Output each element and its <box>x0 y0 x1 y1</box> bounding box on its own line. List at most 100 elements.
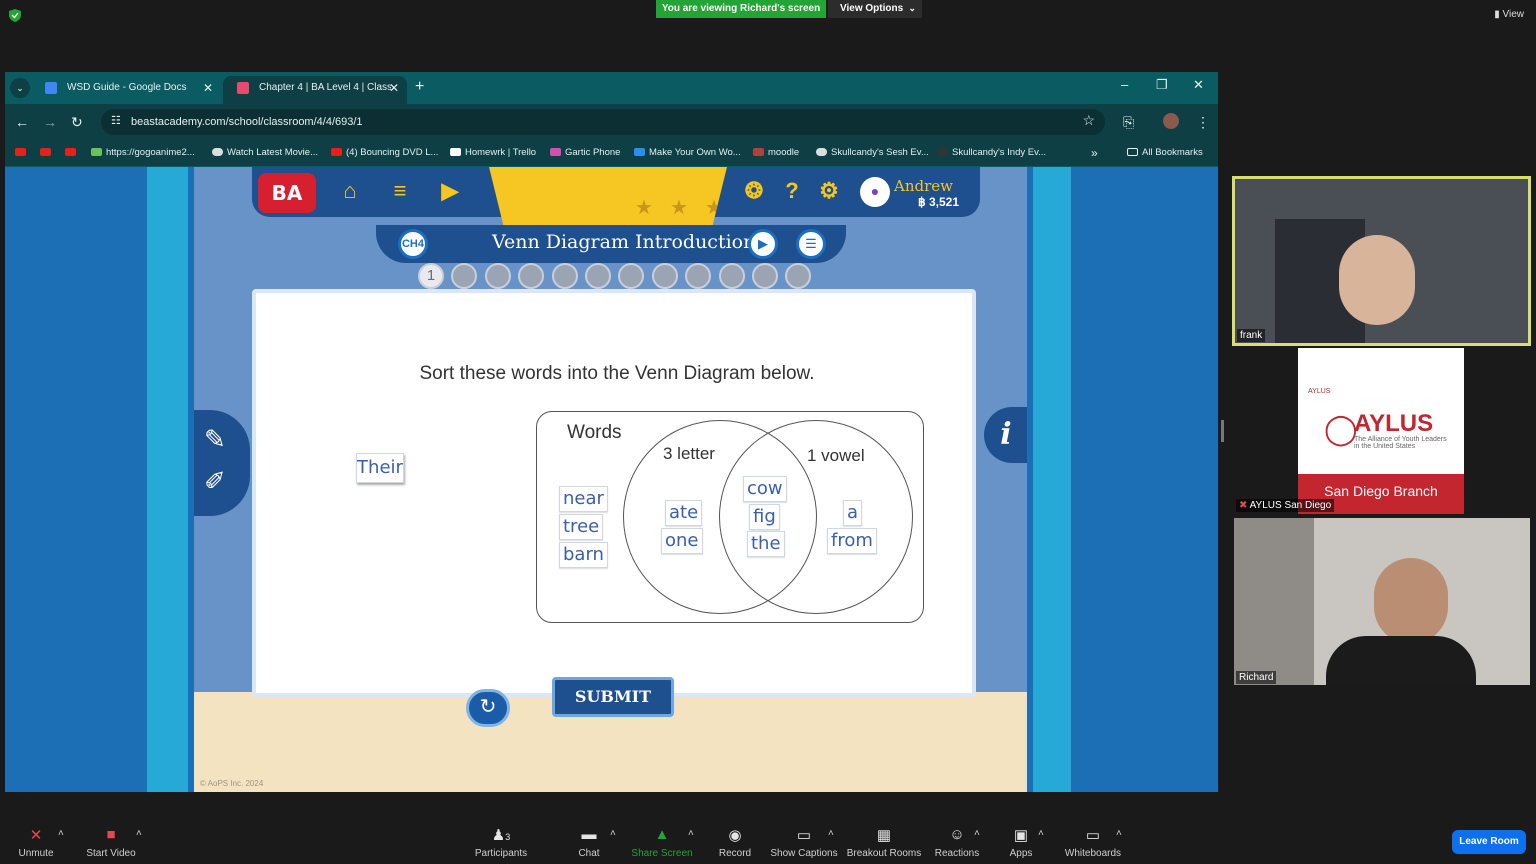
tab-beast-academy[interactable]: Chapter 4 | BA Level 4 | Classroo ✕ <box>223 76 407 104</box>
more-menu-icon[interactable]: ⋮ <box>1196 114 1210 131</box>
site-info-icon[interactable]: ☷ <box>111 114 121 127</box>
star-icon: ★ <box>670 197 688 219</box>
back-arrow-icon[interactable]: ← <box>15 114 29 130</box>
browser-window: ⌄ WSD Guide - Google Docs ✕ Chapter 4 | … <box>5 72 1218 792</box>
participants-button[interactable]: ♟3 Participants <box>472 826 530 859</box>
word-chip[interactable]: one <box>661 528 703 554</box>
chevron-up-icon[interactable]: ˄ <box>58 828 64 839</box>
word-chip[interactable]: tree <box>559 514 604 540</box>
reload-icon[interactable]: ↻ <box>71 114 83 131</box>
avatar[interactable]: ● <box>860 177 890 207</box>
panel-resize-handle[interactable] <box>1221 420 1224 442</box>
apps-button[interactable]: ▣ Apps <box>1004 826 1038 859</box>
video-tile-richard[interactable]: Richard <box>1234 518 1530 685</box>
bookmark-item[interactable]: Homewrk | Trello <box>450 145 536 161</box>
address-bar[interactable]: ☷ beastacademy.com/school/classroom/4/4/… <box>101 109 1105 135</box>
word-chip[interactable]: cow <box>743 476 787 502</box>
step-dot-locked[interactable] <box>685 263 712 289</box>
step-dot-locked[interactable] <box>718 263 745 289</box>
close-icon[interactable]: ✕ <box>389 76 399 100</box>
video-tile-aylus[interactable]: AYLUS AYLUS ◯ The Alliance of Youth Lead… <box>1234 348 1530 514</box>
aylus-logo: AYLUS <box>1354 410 1434 437</box>
home-icon[interactable]: ⌂ <box>336 177 364 205</box>
bookmark-item[interactable]: (4) Bouncing DVD L... <box>331 145 438 161</box>
undo-button[interactable]: ↻ <box>466 689 510 727</box>
close-window-icon[interactable]: ✕ <box>1193 77 1204 93</box>
word-chip[interactable]: ate <box>665 500 703 526</box>
book-icon[interactable]: ≡ <box>386 177 414 205</box>
more-bookmarks-icon[interactable]: » <box>1091 145 1098 161</box>
breakout-rooms-button[interactable]: ▦ Breakout Rooms <box>846 826 922 859</box>
chapter-badge[interactable]: CH4 <box>398 229 428 259</box>
submit-button[interactable]: SUBMIT <box>552 677 674 717</box>
eraser-icon[interactable]: ✐ <box>204 466 226 497</box>
unmute-button[interactable]: ✕ Unmute <box>14 826 58 859</box>
pencil-icon[interactable]: ✎ <box>204 424 226 455</box>
help-icon[interactable]: ? <box>778 177 806 205</box>
minimize-icon[interactable]: – <box>1121 77 1128 92</box>
step-dot-locked[interactable] <box>785 263 812 289</box>
close-icon[interactable]: ✕ <box>203 76 213 100</box>
word-chip[interactable]: barn <box>559 542 608 568</box>
draggable-word-chip[interactable]: Their <box>356 453 404 483</box>
video-camera-icon[interactable]: ▶ <box>436 177 464 205</box>
tab-wsd-guide[interactable]: WSD Guide - Google Docs ✕ <box>31 76 221 104</box>
beast-academy-logo[interactable]: BA <box>258 173 316 213</box>
play-icon[interactable]: ▶ <box>748 229 778 259</box>
bookmark-item[interactable]: Skullcandy's Sesh Ev... <box>816 145 929 161</box>
whiteboards-button[interactable]: ▭ Whiteboards <box>1062 826 1124 859</box>
all-bookmarks[interactable]: All Bookmarks <box>1127 145 1203 161</box>
leave-room-button[interactable]: Leave Room <box>1452 830 1526 854</box>
view-options-button[interactable]: View Options ⌄ <box>828 0 922 18</box>
step-dot-locked[interactable] <box>518 263 545 289</box>
settings-gear-icon[interactable]: ⚙ <box>815 177 843 205</box>
step-dot-locked[interactable] <box>651 263 678 289</box>
tab-search-button[interactable]: ⌄ <box>10 78 30 98</box>
chevron-up-icon[interactable]: ˄ <box>1116 828 1122 839</box>
bookmark-item[interactable]: moodle <box>753 145 799 161</box>
word-chip[interactable]: a <box>843 500 863 526</box>
youtube-icon[interactable] <box>65 145 80 161</box>
bookmark-item[interactable]: Watch Latest Movie... <box>212 145 318 161</box>
forward-arrow-icon[interactable]: → <box>43 114 57 130</box>
info-button[interactable]: i <box>984 407 1027 463</box>
chat-button[interactable]: ▬ Chat <box>572 826 606 859</box>
extensions-icon[interactable]: ⎘ <box>1123 114 1134 131</box>
word-chip[interactable]: from <box>827 528 877 554</box>
restore-icon[interactable]: ❐ <box>1156 77 1168 93</box>
bookmark-item[interactable]: https://gogoanime2... <box>91 145 195 161</box>
bookmark-star-icon[interactable]: ☆ <box>1082 112 1095 129</box>
video-tile-frank[interactable]: frank <box>1232 176 1531 346</box>
share-screen-button[interactable]: ▲ Share Screen <box>630 826 694 859</box>
step-dot-locked[interactable] <box>551 263 578 289</box>
youtube-icon[interactable] <box>40 145 55 161</box>
step-dot-locked[interactable] <box>484 263 511 289</box>
word-chip[interactable]: the <box>747 531 785 557</box>
record-button[interactable]: ◉ Record <box>714 826 756 859</box>
guide-book-icon[interactable]: ☰ <box>796 229 826 259</box>
step-dot-current[interactable]: 1 <box>418 263 444 289</box>
start-video-button[interactable]: ■ Start Video <box>84 826 138 859</box>
problem-prompt: Sort these words into the Venn Diagram b… <box>419 363 815 384</box>
new-tab-button[interactable]: + <box>415 78 424 96</box>
step-dot-locked[interactable] <box>618 263 645 289</box>
bookmark-item[interactable]: Gartic Phone <box>550 145 620 161</box>
user-name[interactable]: Andrew <box>894 177 953 195</box>
youtube-icon[interactable] <box>15 145 30 161</box>
chevron-up-icon[interactable]: ˄ <box>610 828 616 839</box>
step-dot-locked[interactable] <box>451 263 478 289</box>
bookmark-item[interactable]: Make Your Own Wo... <box>634 145 741 161</box>
step-dot-locked[interactable] <box>585 263 611 289</box>
chevron-up-icon[interactable]: ˄ <box>828 828 834 839</box>
chevron-up-icon[interactable]: ˄ <box>136 828 142 839</box>
step-dot-locked[interactable] <box>752 263 778 289</box>
award-icon[interactable]: ❂ <box>740 177 768 205</box>
view-button[interactable]: ▮ View <box>1494 9 1524 20</box>
bookmark-item[interactable]: Skullcandy's Indy Ev... <box>937 145 1046 161</box>
word-chip[interactable]: near <box>559 486 608 512</box>
profile-avatar[interactable] <box>1163 113 1179 129</box>
chevron-up-icon[interactable]: ˄ <box>688 828 694 839</box>
chevron-up-icon[interactable]: ˄ <box>1038 828 1044 839</box>
chevron-up-icon[interactable]: ˄ <box>974 828 980 839</box>
word-chip[interactable]: fig <box>749 504 780 530</box>
